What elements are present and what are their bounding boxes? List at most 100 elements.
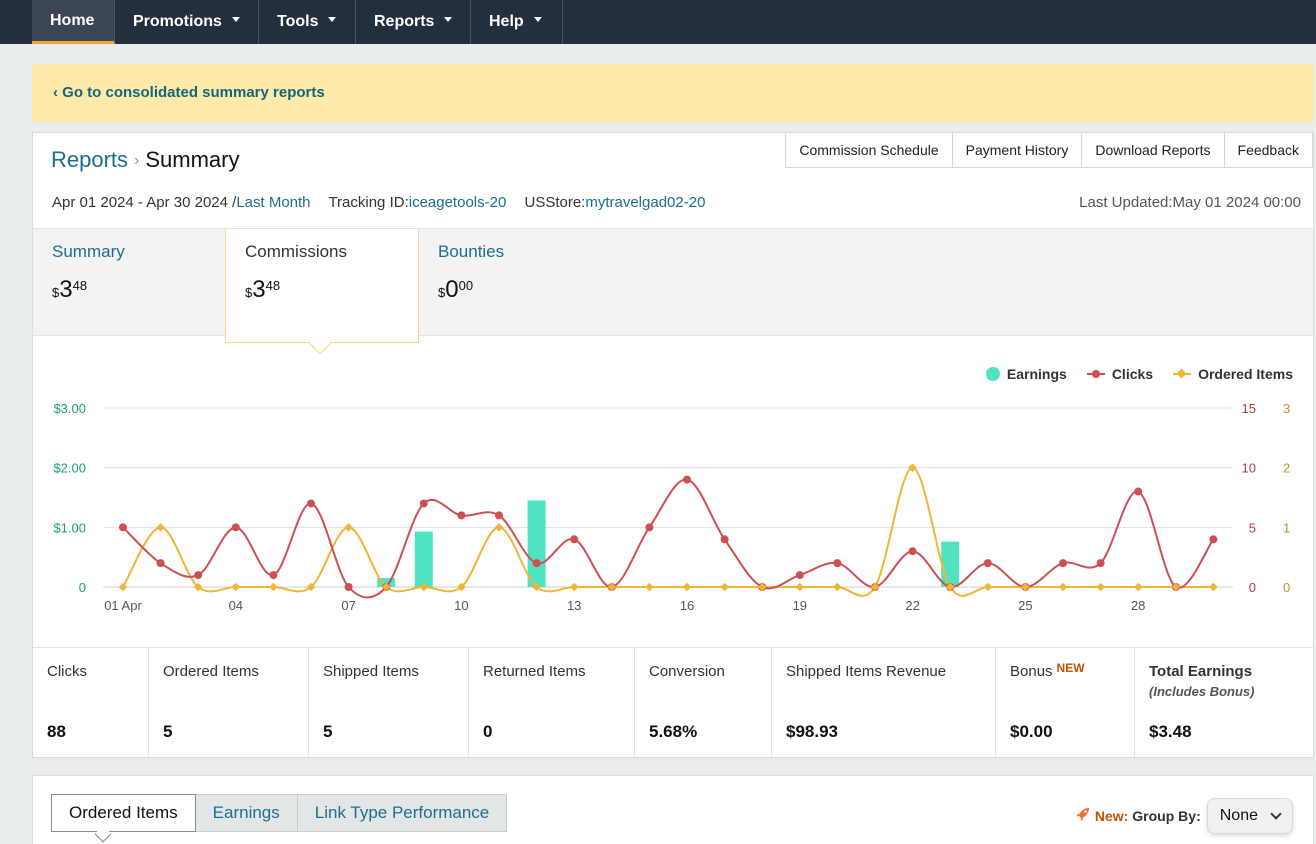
ordered-items-point: [607, 582, 617, 592]
stat-clicks: Clicks 88: [33, 648, 149, 757]
clicks-point: [795, 571, 804, 580]
stat-clicks-value: 88: [47, 722, 66, 741]
clicks-point: [1059, 559, 1067, 568]
y-right-ordered-tick-label: 3: [1283, 401, 1290, 416]
x-tick-label: 07: [341, 598, 355, 613]
legend-clicks-label: Clicks: [1111, 366, 1154, 382]
consolidated-summary-link[interactable]: ‹ Go to consolidated summary reports: [53, 84, 325, 101]
x-tick-label: 13: [567, 598, 581, 613]
stat-shipped-revenue-value: $98.93: [786, 722, 838, 741]
stat-returned-items: Returned Items 0: [469, 648, 635, 757]
clicks-point: [495, 511, 503, 520]
store-id-link[interactable]: mytravelgad02-20: [585, 194, 705, 211]
new-badge: NEW: [1056, 661, 1085, 675]
tab-link-type-performance[interactable]: Link Type Performance: [297, 794, 508, 832]
chart-plot: 0 $1.00 $2.00 $3.00 0 5 10 15 0 1 2 3 01 Apr 04 07 10 13…: [53, 401, 1290, 613]
stat-ordered-items-label: Ordered Items: [163, 663, 259, 680]
stat-shipped-items-label: Shipped Items: [323, 663, 419, 680]
tracking-id-link[interactable]: iceagetools-20: [409, 194, 507, 211]
ordered-items-point: [344, 523, 353, 532]
stat-total-earnings-label: Total Earnings: [1149, 663, 1253, 680]
stats-row: Clicks 88 Ordered Items 5 Shipped Items …: [33, 647, 1313, 757]
y-right-ordered-tick-label: 2: [1283, 461, 1290, 476]
period-link[interactable]: Last Month: [236, 194, 310, 211]
feedback-button[interactable]: Feedback: [1224, 133, 1313, 168]
caret-down-icon: [444, 16, 453, 22]
caret-down-icon: [231, 16, 240, 22]
stat-total-earnings-note: (Includes Bonus): [1149, 684, 1255, 699]
ordered-items-point: [645, 582, 654, 592]
stat-total-earnings: Total Earnings (Includes Bonus) $3.48: [1135, 648, 1313, 757]
ordered-items-point: [795, 582, 805, 592]
nav-promotions[interactable]: Promotions: [115, 0, 259, 44]
breadcrumb-reports-link[interactable]: Reports: [51, 147, 128, 172]
nav-help-label: Help: [489, 13, 524, 30]
stat-shipped-revenue: Shipped Items Revenue $98.93: [772, 648, 996, 757]
ordered-items-line: [122, 466, 1214, 597]
report-detail-panel: Ordered Items Earnings Link Type Perform…: [32, 775, 1314, 844]
group-by-select[interactable]: None: [1206, 798, 1293, 834]
top-nav: Home Promotions Tools Reports Help: [0, 0, 1316, 44]
legend-earnings[interactable]: Earnings: [985, 366, 1067, 382]
nav-reports[interactable]: Reports: [356, 0, 471, 44]
stat-bonus: Bonus NEW $0.00: [996, 648, 1135, 757]
tab-earnings[interactable]: Earnings: [195, 794, 298, 832]
nav-help[interactable]: Help: [471, 0, 563, 44]
clicks-point: [231, 523, 240, 532]
x-tick-label: 01 Apr: [104, 598, 142, 613]
payment-history-button[interactable]: Payment History: [952, 133, 1083, 168]
group-by-value: None: [1219, 807, 1258, 824]
y-right-clicks-tick-label: 15: [1242, 401, 1256, 416]
tab-bounties[interactable]: Bounties $000: [419, 229, 609, 337]
ordered-items-point: [682, 582, 692, 592]
clicks-point: [344, 583, 353, 591]
ordered-items-point: [569, 582, 579, 592]
stat-bonus-label: Bonus NEW: [1010, 661, 1085, 680]
nav-tools[interactable]: Tools: [259, 0, 356, 44]
tracking-id-label: Tracking ID:: [328, 194, 409, 211]
consolidated-banner: ‹ Go to consolidated summary reports: [32, 64, 1314, 122]
earnings-chart: Earnings Clicks Ordered Items 0 $1.00 $2.0…: [33, 337, 1313, 647]
page-title: Summary: [145, 147, 240, 172]
ordered-items-point: [231, 582, 241, 592]
tab-summary[interactable]: Summary $348: [33, 229, 223, 337]
nav-tools-label: Tools: [277, 13, 319, 30]
commissions-amount: $348: [245, 276, 281, 303]
legend-clicks[interactable]: Clicks: [1086, 366, 1154, 382]
group-by: New: Group By: None: [1075, 798, 1293, 834]
nav-home[interactable]: Home: [32, 0, 115, 44]
tab-commissions[interactable]: Commissions $348: [225, 229, 419, 355]
detail-tabs: Ordered Items Earnings Link Type Perform…: [51, 794, 508, 832]
commission-schedule-button[interactable]: Commission Schedule: [785, 133, 953, 168]
clicks-point: [1134, 487, 1143, 496]
stat-ordered-items-value: 5: [163, 722, 173, 741]
stat-bonus-value: $0.00: [1010, 722, 1053, 741]
nav-reports-label: Reports: [374, 13, 435, 30]
clicks-line: [122, 478, 1215, 599]
legend-clicks-swatch: [1086, 369, 1105, 379]
clicks-point: [833, 559, 842, 568]
stat-returned-items-label: Returned Items: [483, 663, 586, 680]
y-right-ordered-tick-label: 1: [1283, 520, 1290, 535]
stat-conversion: Conversion 5.68%: [635, 648, 772, 757]
ordered-items-point: [156, 523, 165, 532]
clicks-point: [307, 499, 315, 508]
y-right-clicks-tick-label: 5: [1249, 520, 1256, 535]
legend-ordered-items[interactable]: Ordered Items: [1173, 366, 1293, 382]
rocket-icon: [1075, 806, 1091, 827]
ordered-items-point: [269, 582, 278, 592]
download-reports-button[interactable]: Download Reports: [1082, 133, 1225, 168]
clicks-point: [269, 571, 278, 580]
stat-ordered-items: Ordered Items 5: [149, 648, 309, 757]
y-left-tick-label: $2.00: [53, 461, 86, 476]
ordered-items-point: [720, 582, 729, 592]
report-meta: Apr 01 2024 - Apr 30 2024 /Last Month Tr…: [52, 194, 705, 211]
clicks-point: [156, 559, 165, 568]
x-tick-label: 28: [1131, 598, 1145, 613]
x-tick-label: 04: [229, 598, 243, 613]
tab-ordered-items[interactable]: Ordered Items: [51, 794, 196, 832]
breadcrumb: Reports › Summary: [51, 147, 240, 173]
tab-summary-title: Summary: [52, 242, 125, 261]
stat-shipped-items: Shipped Items 5: [309, 648, 469, 757]
legend-earnings-label: Earnings: [1006, 366, 1067, 382]
